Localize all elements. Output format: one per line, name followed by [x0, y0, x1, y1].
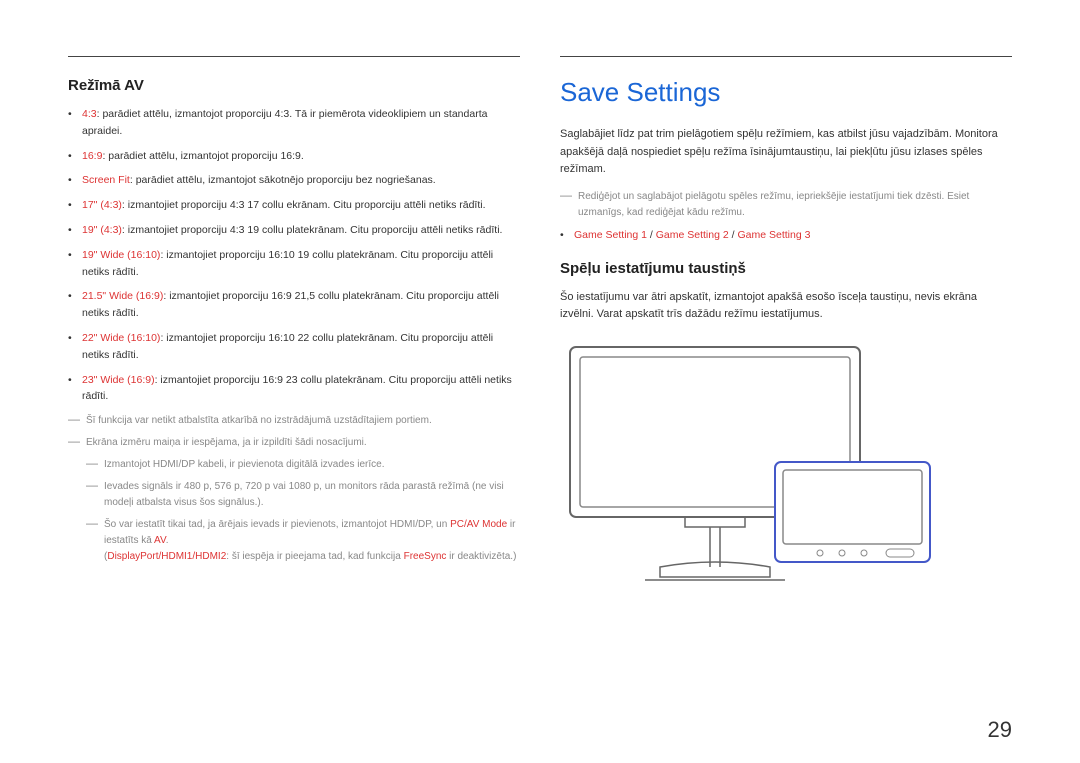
footnote-sub: Šo var iestatīt tikai tad, ja ārējais ie…	[86, 517, 520, 565]
monitor-illustration	[560, 342, 940, 592]
option-text: : izmantojiet proporciju 4:3 17 collu ek…	[122, 199, 486, 211]
option-label: Screen Fit	[82, 174, 130, 186]
list-item: Game Setting 1 / Game Setting 2 / Game S…	[574, 227, 1012, 244]
option-text: : izmantojiet proporciju 4:3 19 collu pl…	[122, 224, 503, 236]
option-label: 19" (4:3)	[82, 224, 122, 236]
list-item: 4:3: parādiet attēlu, izmantojot proporc…	[82, 106, 520, 140]
option-label: 19" Wide (16:10)	[82, 249, 160, 261]
list-item: 17" (4:3): izmantojiet proporciju 4:3 17…	[82, 197, 520, 214]
game-setting-2: Game Setting 2	[656, 229, 729, 241]
option-label: 23" Wide (16:9)	[82, 374, 155, 386]
game-key-heading: Spēļu iestatījumu taustiņš	[560, 260, 1012, 277]
game-setting-1: Game Setting 1	[574, 229, 647, 241]
option-label: 4:3	[82, 108, 97, 120]
list-item: 22" Wide (16:10): izmantojiet proporciju…	[82, 330, 520, 364]
game-settings-list: Game Setting 1 / Game Setting 2 / Game S…	[560, 227, 1012, 244]
av-mode-heading: Režīmā AV	[68, 77, 520, 94]
list-item: 19" Wide (16:10): izmantojiet proporciju…	[82, 247, 520, 281]
footnotes: Šī funkcija var netikt atbalstīta atkarī…	[68, 413, 520, 565]
footnote: Ekrāna izmēru maiņa ir iespējama, ja ir …	[68, 435, 520, 451]
option-label: 16:9	[82, 150, 102, 162]
footnote-sub: Izmantojot HDMI/DP kabeli, ir pievienota…	[86, 457, 520, 473]
option-text: : parādiet attēlu, izmantojot proporciju…	[82, 108, 487, 137]
footnote-sub: Ievades signāls ir 480 p, 576 p, 720 p v…	[86, 479, 520, 511]
left-column: Režīmā AV 4:3: parādiet attēlu, izmantoj…	[68, 56, 520, 592]
save-settings-note: Rediģējot un saglabājot pielāgotu spēles…	[560, 189, 1012, 221]
game-key-description: Šo iestatījumu var ātri apskatīt, izmant…	[560, 289, 1012, 324]
option-label: 21.5" Wide (16:9)	[82, 290, 163, 302]
option-label: 22" Wide (16:10)	[82, 332, 160, 344]
game-setting-3: Game Setting 3	[737, 229, 810, 241]
save-settings-title: Save Settings	[560, 77, 1012, 108]
right-column: Save Settings Saglabājiet līdz pat trim …	[560, 56, 1012, 592]
page-number: 29	[988, 717, 1012, 743]
option-text: : parādiet attēlu, izmantojot sākotnējo …	[130, 174, 436, 186]
option-text: : parādiet attēlu, izmantojot proporciju…	[102, 150, 303, 162]
option-label: 17" (4:3)	[82, 199, 122, 211]
aspect-ratio-list: 4:3: parādiet attēlu, izmantojot proporc…	[68, 106, 520, 405]
list-item: 19" (4:3): izmantojiet proporciju 4:3 19…	[82, 222, 520, 239]
list-item: Screen Fit: parādiet attēlu, izmantojot …	[82, 172, 520, 189]
save-settings-description: Saglabājiet līdz pat trim pielāgotiem sp…	[560, 126, 1012, 179]
footnote: Šī funkcija var netikt atbalstīta atkarī…	[68, 413, 520, 429]
list-item: 16:9: parādiet attēlu, izmantojot propor…	[82, 148, 520, 165]
list-item: 23" Wide (16:9): izmantojiet proporciju …	[82, 372, 520, 406]
list-item: 21.5" Wide (16:9): izmantojiet proporcij…	[82, 288, 520, 322]
